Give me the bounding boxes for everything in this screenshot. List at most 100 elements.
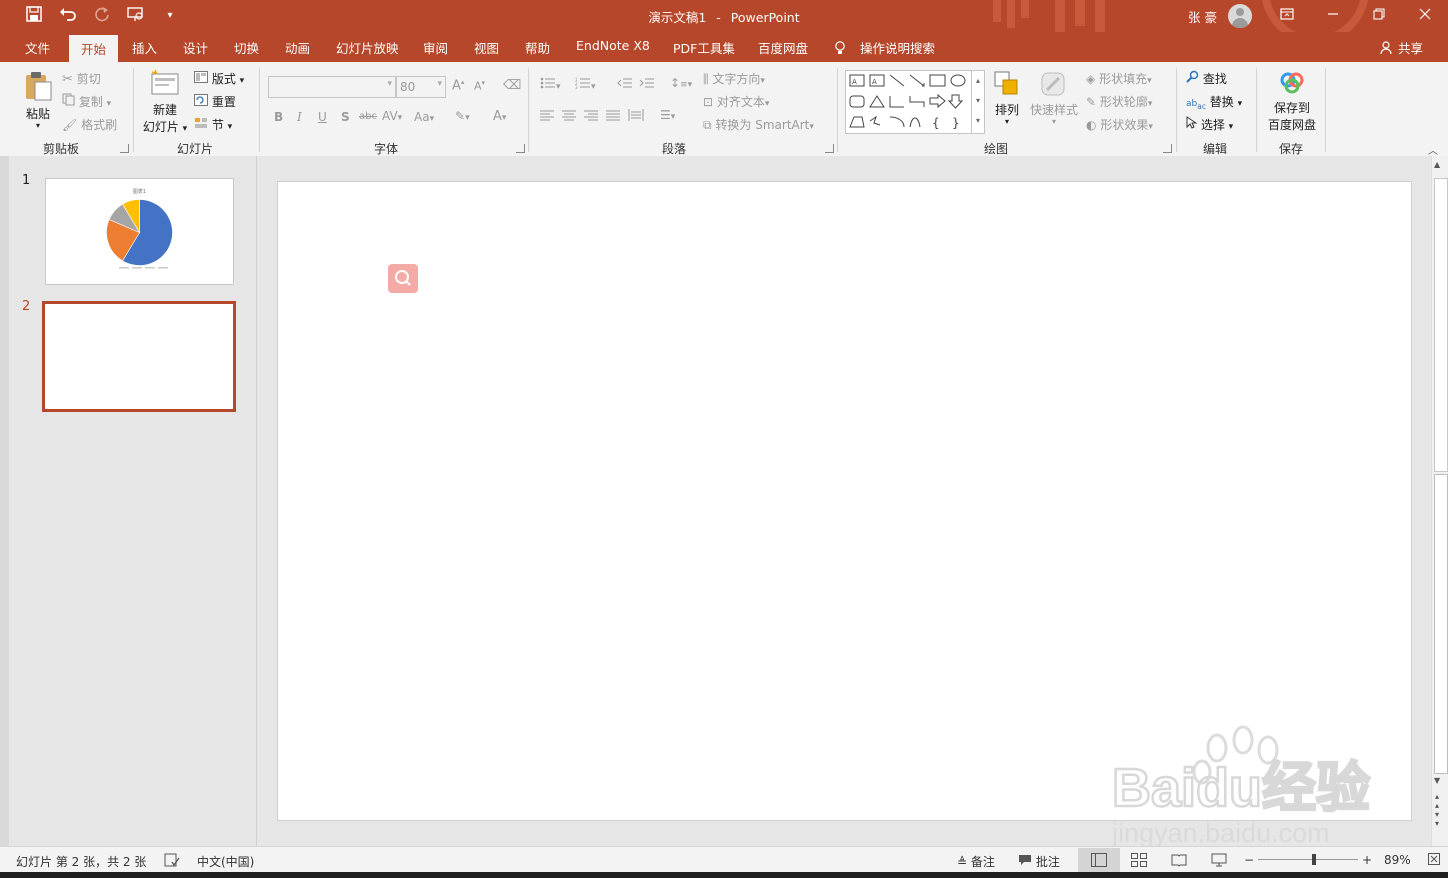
zoom-in-button[interactable]: +: [1362, 853, 1372, 867]
avatar[interactable]: [1228, 4, 1252, 28]
tab-view[interactable]: 视图: [474, 38, 499, 57]
clear-formatting-icon[interactable]: ⌫: [503, 78, 521, 93]
quick-styles-button[interactable]: 快速样式 ▾: [1028, 70, 1080, 126]
highlight-icon[interactable]: ✎▾: [455, 109, 470, 123]
collapse-ribbon-icon[interactable]: ︿: [1428, 142, 1438, 157]
tab-endnote[interactable]: EndNote X8: [576, 38, 650, 53]
font-launcher-icon[interactable]: [516, 144, 525, 153]
slideshow-view-icon[interactable]: [1211, 853, 1227, 870]
fit-to-window-icon[interactable]: [1428, 853, 1440, 868]
bullets-icon[interactable]: ▾: [540, 77, 561, 92]
align-center-icon[interactable]: [562, 109, 576, 124]
bold-button[interactable]: B: [274, 110, 283, 124]
font-color-icon[interactable]: A▾: [493, 109, 506, 124]
search-magnifier-icon[interactable]: [388, 264, 418, 293]
drawing-launcher-icon[interactable]: [1163, 144, 1172, 153]
minimize-icon[interactable]: [1322, 6, 1344, 26]
font-name-select[interactable]: ▾: [268, 76, 396, 98]
previous-slide-icon[interactable]: ▴ ▴: [1435, 792, 1439, 810]
shape-effects-button[interactable]: ◐ 形状效果▾: [1086, 116, 1153, 133]
scroll-up-icon[interactable]: ▲: [1434, 160, 1440, 169]
group-separator: [837, 68, 838, 152]
clipboard-launcher-icon[interactable]: [120, 144, 129, 153]
slide-sorter-view-icon[interactable]: [1131, 853, 1147, 870]
reset-button[interactable]: 重置: [194, 93, 236, 110]
slide-thumbnail-2[interactable]: [42, 301, 236, 412]
convert-smartart-button[interactable]: ⧉ 转换为 SmartArt▾: [703, 116, 814, 133]
align-right-icon[interactable]: [584, 109, 598, 124]
underline-button[interactable]: U: [318, 110, 327, 124]
ribbon-display-options-icon[interactable]: [1276, 6, 1298, 26]
scroll-down-icon[interactable]: ▼: [1434, 776, 1440, 785]
shape-fill-button[interactable]: ◈ 形状填充▾: [1086, 70, 1152, 87]
language-status[interactable]: 中文(中国): [197, 853, 254, 870]
vertical-scrollbar[interactable]: ▲ ▼ ▴ ▴ ▾ ▾: [1431, 156, 1448, 846]
shape-outline-button[interactable]: ✎ 形状轮廓▾: [1086, 93, 1152, 110]
select-button[interactable]: 选择 ▾: [1186, 116, 1233, 133]
share-button[interactable]: 共享: [1380, 38, 1423, 57]
notes-button[interactable]: ≜ 备注: [957, 853, 995, 870]
tab-baidu-netdisk[interactable]: 百度网盘: [758, 38, 808, 57]
section-button[interactable]: 节 ▾: [194, 116, 232, 133]
new-slide-button[interactable]: 新建 幻灯片 ▾: [142, 68, 188, 135]
shrink-font-icon[interactable]: A▾: [474, 79, 485, 93]
italic-button[interactable]: I: [297, 110, 302, 124]
paste-button[interactable]: 粘贴 ▾: [22, 70, 54, 130]
zoom-level[interactable]: 89%: [1384, 853, 1411, 867]
strikethrough-button[interactable]: abc: [359, 111, 377, 122]
increase-indent-icon[interactable]: [639, 77, 655, 92]
tab-review[interactable]: 审阅: [423, 38, 448, 57]
replace-button[interactable]: abac 替换 ▾: [1186, 93, 1242, 111]
reading-view-icon[interactable]: [1171, 853, 1187, 870]
comments-button[interactable]: 批注: [1018, 853, 1060, 870]
distributed-icon[interactable]: [628, 108, 644, 125]
scroll-track-upper[interactable]: [1434, 178, 1448, 472]
numbering-icon[interactable]: 1 2 3 ▾: [575, 77, 596, 92]
zoom-out-button[interactable]: −: [1244, 853, 1254, 867]
normal-view-button[interactable]: [1078, 848, 1120, 872]
tell-me-search[interactable]: 操作说明搜索: [834, 38, 935, 57]
align-text-button[interactable]: ⊡ 对齐文本▾: [703, 93, 769, 110]
tab-home[interactable]: 开始: [69, 35, 119, 65]
shadow-button[interactable]: S: [341, 110, 350, 124]
layout-button[interactable]: 版式 ▾: [194, 70, 244, 87]
columns-icon[interactable]: ☰▾: [660, 108, 675, 122]
tab-pdf-tools[interactable]: PDF工具集: [673, 38, 735, 57]
character-spacing-icon[interactable]: AV▾: [382, 109, 402, 123]
font-size-select[interactable]: 80 ▾: [396, 76, 446, 98]
gallery-scroll-icon[interactable]: ▴ ▾ ▾: [971, 71, 984, 133]
tab-file[interactable]: 文件: [25, 38, 50, 57]
zoom-slider[interactable]: [1258, 854, 1358, 865]
shapes-gallery[interactable]: A A { } ▴ ▾ ▾: [845, 70, 985, 134]
tab-help[interactable]: 帮助: [525, 38, 550, 57]
find-button[interactable]: 查找: [1186, 70, 1227, 87]
slide-thumbnail-1[interactable]: 图表1: [45, 178, 234, 285]
paragraph-launcher-icon[interactable]: [825, 144, 834, 153]
align-left-icon[interactable]: [540, 109, 554, 124]
tab-design[interactable]: 设计: [183, 38, 208, 57]
change-case-button[interactable]: Aa▾: [414, 110, 434, 124]
next-slide-icon[interactable]: ▾ ▾: [1435, 810, 1439, 828]
text-direction-button[interactable]: ⫼ 文字方向▾: [703, 70, 765, 87]
arrange-button[interactable]: 排列 ▾: [992, 70, 1022, 126]
save-to-baidu-button[interactable]: 保存到 百度网盘: [1266, 70, 1318, 133]
cut-button[interactable]: ✂ 剪切: [62, 70, 101, 87]
line-spacing-icon[interactable]: ↕≡▾: [670, 76, 692, 90]
svg-text:A: A: [872, 78, 877, 86]
decrease-indent-icon[interactable]: [617, 77, 633, 92]
pencil-icon: ✎: [1086, 95, 1097, 109]
grow-font-icon[interactable]: A▴: [452, 78, 464, 93]
tab-insert[interactable]: 插入: [132, 38, 157, 57]
zoom-slider-thumb[interactable]: [1312, 854, 1316, 865]
copy-button[interactable]: 复制 ▾: [62, 93, 111, 110]
spell-check-icon[interactable]: [164, 853, 180, 870]
scroll-thumb[interactable]: [1434, 474, 1448, 774]
tab-transitions[interactable]: 切换: [234, 38, 259, 57]
justify-icon[interactable]: [606, 109, 620, 124]
tab-slideshow[interactable]: 幻灯片放映: [336, 38, 399, 57]
close-icon[interactable]: [1414, 6, 1436, 26]
user-name[interactable]: 张 豪: [1188, 7, 1217, 26]
tab-animations[interactable]: 动画: [285, 38, 310, 57]
restore-icon[interactable]: [1368, 6, 1390, 26]
format-painter-button[interactable]: 🖌 格式刷: [62, 116, 117, 133]
